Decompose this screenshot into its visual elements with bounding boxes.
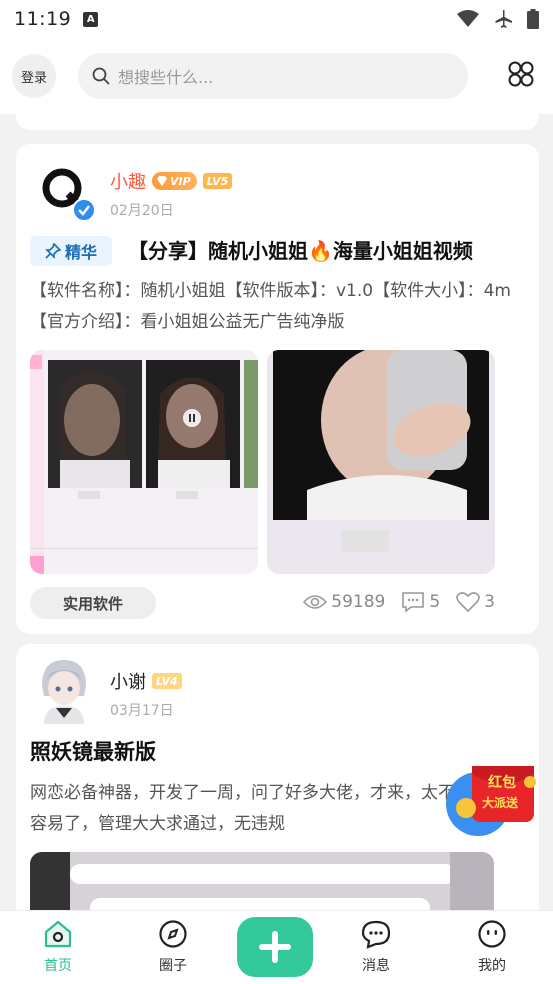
- search-placeholder: 想搜些什么...: [118, 68, 214, 87]
- compass-icon: [159, 920, 187, 948]
- views-count: 59189: [331, 592, 386, 612]
- red-packet-promo[interactable]: 红包 大派送: [444, 760, 540, 840]
- profile-face-icon: [478, 920, 506, 948]
- post-image-2[interactable]: [267, 350, 495, 574]
- search-input[interactable]: 想搜些什么...: [78, 53, 468, 99]
- q-logo-avatar: [42, 168, 96, 222]
- post-title[interactable]: 照妖镜最新版: [30, 736, 156, 766]
- screenshot-thumbnail-large: [267, 350, 495, 574]
- tab-messages[interactable]: 消息: [341, 919, 411, 975]
- apps-grid-icon: [508, 61, 534, 87]
- author-name[interactable]: 小谢: [110, 668, 146, 694]
- likes-stat[interactable]: 3: [456, 591, 495, 613]
- screenshot-thumbnail: [30, 350, 258, 574]
- post-excerpt[interactable]: 【软件名称】：随机小姐姐【软件版本】：v1.0【软件大小】：4m【官方介绍】：看…: [30, 276, 516, 338]
- airplane-icon: [495, 10, 512, 28]
- battery-icon: [527, 9, 539, 29]
- featured-tag-label: 精华: [64, 243, 97, 262]
- heart-icon: [456, 592, 480, 613]
- diamond-icon: [157, 176, 167, 186]
- status-time: 11:19: [14, 8, 72, 30]
- tab-circle-label: 圈子: [159, 958, 187, 974]
- comments-stat[interactable]: 5: [401, 591, 440, 613]
- tab-me-label: 我的: [478, 958, 506, 974]
- search-icon: [92, 67, 110, 85]
- category-tag[interactable]: 实用软件: [30, 587, 156, 619]
- home-icon: [44, 920, 72, 948]
- comments-count: 5: [429, 592, 441, 612]
- vip-label: VIP: [170, 174, 191, 188]
- author-avatar[interactable]: [38, 164, 96, 222]
- top-bar: 登录 想搜些什么...: [0, 38, 553, 114]
- wifi-icon: [457, 10, 479, 27]
- apps-grid-button[interactable]: [507, 60, 535, 92]
- plus-icon: [259, 931, 291, 963]
- author-name-row: 小谢 LV4: [110, 668, 182, 694]
- post-image-thumbnail: [30, 852, 494, 910]
- tab-circle[interactable]: 圈子: [138, 919, 208, 975]
- post-date: 03月17日: [110, 703, 174, 719]
- anime-avatar: [34, 656, 94, 724]
- post-card[interactable]: 小趣 VIP LV5 02月20日 精华 【分享】随机小姐姐🔥海量小姐姐视频 【…: [16, 144, 539, 634]
- status-icons: [457, 9, 539, 29]
- tab-home-label: 首页: [44, 958, 72, 974]
- post-excerpt[interactable]: 网恋必备神器，开发了一周，问了好多大佬，才来，太不容易了，管理大大求通过，无违规: [30, 778, 460, 840]
- post-image-1[interactable]: [30, 350, 258, 574]
- create-post-button[interactable]: [237, 917, 313, 977]
- post-stats: 59189 5 3: [303, 591, 495, 613]
- author-name-row: 小趣 VIP LV5: [110, 168, 233, 194]
- red-packet-line2: 大派送: [482, 796, 519, 810]
- chat-icon: [361, 920, 391, 949]
- pin-icon: [45, 243, 61, 259]
- post-title[interactable]: 【分享】随机小姐姐🔥海量小姐姐视频: [128, 236, 528, 266]
- post-image-1[interactable]: [30, 852, 494, 910]
- tab-messages-label: 消息: [362, 958, 390, 974]
- level-badge: LV4: [152, 673, 182, 689]
- red-packet-line1: 红包: [488, 775, 516, 791]
- author-avatar[interactable]: [34, 656, 94, 724]
- app-notification-icon: A: [83, 11, 99, 27]
- login-button[interactable]: 登录: [12, 54, 56, 98]
- author-name[interactable]: 小趣: [110, 168, 146, 194]
- likes-count: 3: [484, 592, 495, 612]
- level-badge: LV5: [202, 173, 233, 189]
- featured-tag[interactable]: 精华: [30, 236, 112, 266]
- previous-post-card-edge: [16, 114, 539, 130]
- bottom-tab-bar: 首页 圈子 消息 我的: [0, 910, 553, 984]
- tab-home[interactable]: 首页: [23, 919, 93, 975]
- status-bar: 11:19 A: [0, 0, 553, 38]
- eye-icon: [303, 595, 328, 609]
- views-stat: 59189: [303, 592, 385, 612]
- tab-me[interactable]: 我的: [457, 919, 527, 975]
- comment-icon: [402, 592, 425, 613]
- vip-badge: VIP: [152, 172, 197, 190]
- post-date: 02月20日: [110, 203, 174, 219]
